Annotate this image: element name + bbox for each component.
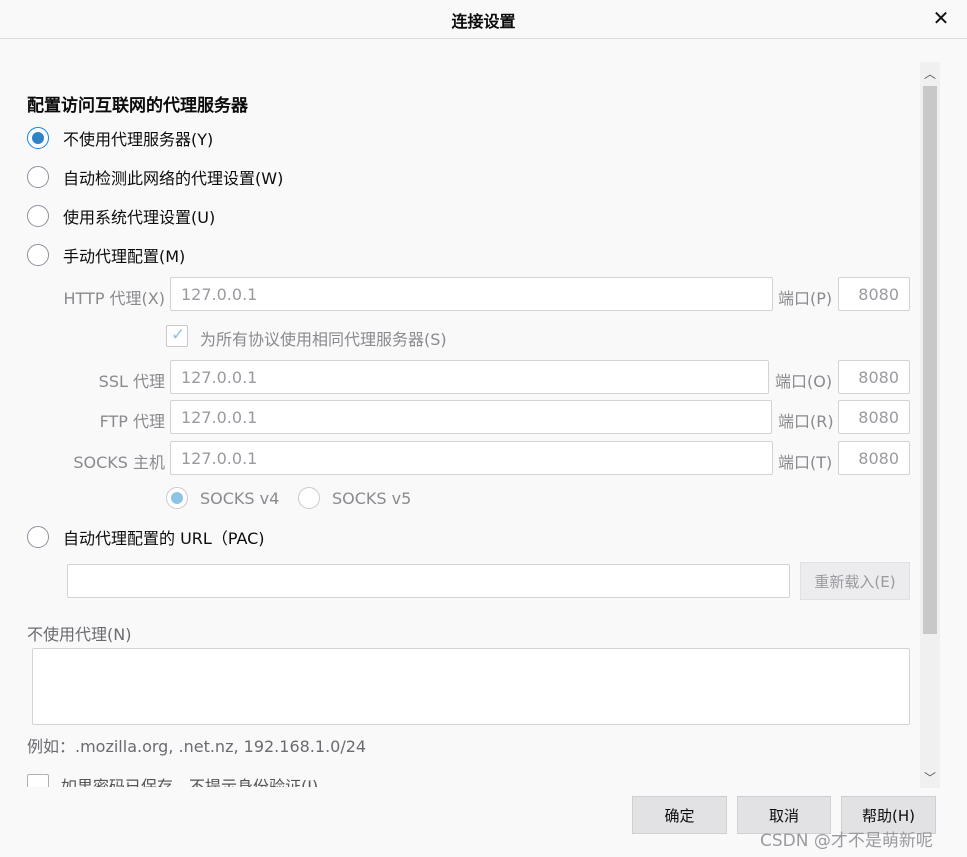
chevron-down-icon[interactable]: ﹀ — [920, 768, 940, 788]
cut-off-option[interactable]: 如果密码已保存，不提示身份验证(I) — [27, 773, 318, 787]
socks-port-input[interactable] — [838, 441, 910, 475]
radio-socks-v5[interactable]: SOCKS v5 — [298, 485, 411, 511]
reload-button[interactable]: 重新载入(E) — [800, 562, 910, 600]
close-icon[interactable]: ✕ — [929, 6, 953, 30]
radio-no-proxy-label: 不使用代理服务器(Y) — [63, 130, 214, 149]
http-port-input[interactable] — [838, 277, 910, 311]
dialog-title: 连接设置 — [451, 12, 516, 31]
ok-button[interactable]: 确定 — [632, 796, 727, 834]
radio-system-proxy-circle[interactable] — [27, 205, 49, 227]
http-proxy-label: HTTP 代理(X) — [63, 289, 165, 308]
ssl-proxy-input[interactable] — [170, 360, 769, 394]
ftp-port-label: 端口(R) — [778, 412, 834, 431]
socks-host-label: SOCKS 主机 — [73, 453, 165, 472]
section-title: 配置访问互联网的代理服务器 — [27, 96, 248, 116]
no-proxy-for-label: 不使用代理(N) — [27, 625, 132, 644]
radio-auto-detect-label: 自动检测此网络的代理设置(W) — [63, 169, 284, 188]
radio-pac[interactable]: 自动代理配置的 URL（PAC) — [27, 524, 265, 550]
ssl-port-label: 端口(O) — [775, 372, 833, 391]
radio-socks-v4-circle[interactable] — [166, 487, 188, 509]
ftp-proxy-label: FTP 代理 — [99, 412, 165, 431]
radio-no-proxy-circle[interactable] — [27, 127, 49, 149]
http-proxy-input[interactable] — [170, 277, 773, 311]
ftp-port-input[interactable] — [838, 400, 910, 434]
radio-manual[interactable]: 手动代理配置(M) — [27, 242, 185, 268]
radio-manual-label: 手动代理配置(M) — [63, 247, 186, 266]
no-proxy-for-textarea[interactable] — [32, 648, 910, 725]
radio-auto-detect-circle[interactable] — [27, 166, 49, 188]
watermark: CSDN @才不是萌新呢 — [760, 831, 933, 851]
scroll-thumb[interactable] — [923, 86, 937, 634]
radio-system-proxy[interactable]: 使用系统代理设置(U) — [27, 203, 215, 229]
same-proxy-label: 为所有协议使用相同代理服务器(S) — [200, 330, 447, 349]
title-bar: 连接设置 ✕ — [0, 0, 967, 39]
radio-socks-v5-circle[interactable] — [298, 487, 320, 509]
dialog-content: 配置访问互联网的代理服务器 不使用代理服务器(Y) 自动检测此网络的代理设置(W… — [0, 39, 920, 787]
same-proxy-checkbox[interactable]: ✓ — [166, 325, 188, 347]
ftp-proxy-input[interactable] — [170, 400, 772, 434]
ssl-port-input[interactable] — [838, 360, 910, 394]
scrollbar[interactable]: ︿ ﹀ — [920, 62, 940, 788]
cut-off-checkbox[interactable] — [27, 774, 49, 787]
ssl-proxy-label: SSL 代理 — [98, 372, 165, 391]
radio-no-proxy[interactable]: 不使用代理服务器(Y) — [27, 125, 213, 151]
radio-socks-v4[interactable]: SOCKS v4 — [166, 485, 279, 511]
radio-manual-circle[interactable] — [27, 244, 49, 266]
http-port-label: 端口(P) — [778, 289, 833, 308]
socks-host-input[interactable] — [170, 441, 773, 475]
socks-port-label: 端口(T) — [778, 453, 833, 472]
radio-system-proxy-label: 使用系统代理设置(U) — [63, 208, 216, 227]
radio-socks-v5-label: SOCKS v5 — [332, 488, 412, 508]
pac-url-input[interactable] — [67, 564, 790, 598]
no-proxy-example: 例如：.mozilla.org, .net.nz, 192.168.1.0/24 — [27, 737, 367, 756]
radio-socks-v4-label: SOCKS v4 — [200, 488, 280, 508]
radio-pac-label: 自动代理配置的 URL（PAC) — [63, 529, 265, 548]
radio-pac-circle[interactable] — [27, 526, 49, 548]
cut-off-label: 如果密码已保存，不提示身份验证(I) — [61, 777, 319, 787]
check-icon: ✓ — [171, 325, 186, 345]
chevron-up-icon[interactable]: ︿ — [920, 64, 940, 84]
radio-auto-detect[interactable]: 自动检测此网络的代理设置(W) — [27, 164, 283, 190]
